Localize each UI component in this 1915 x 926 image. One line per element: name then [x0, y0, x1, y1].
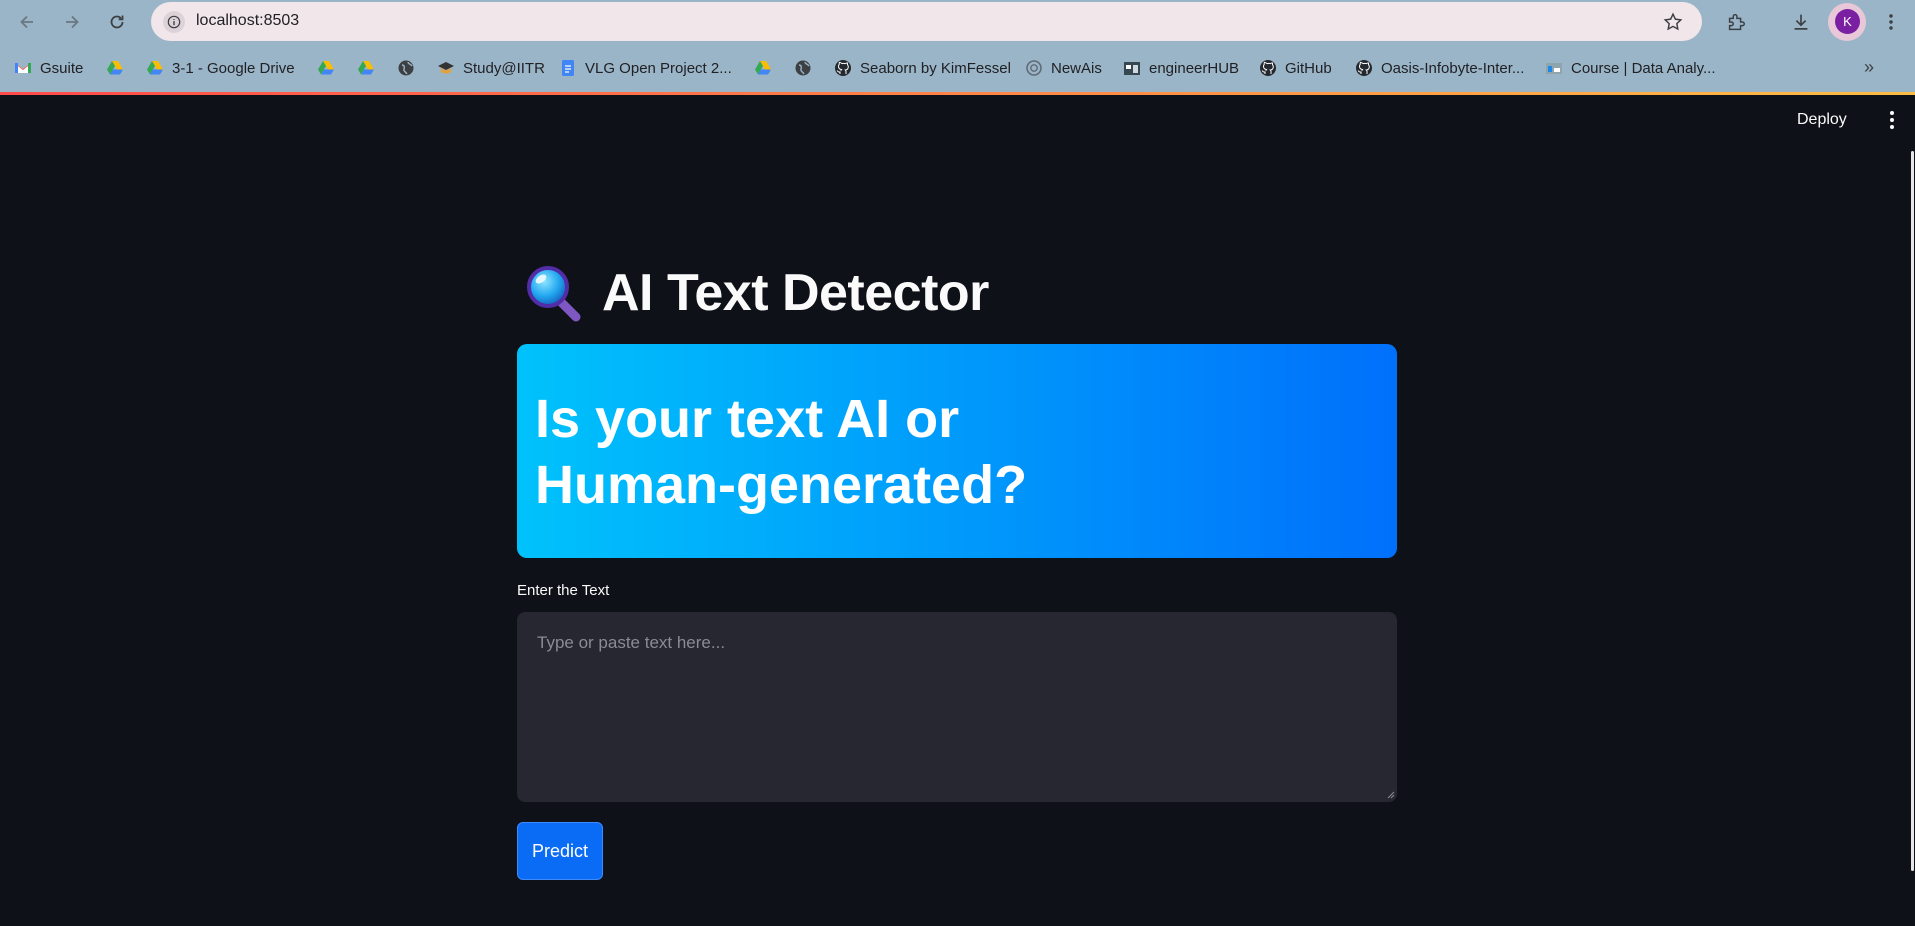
browser-chrome: localhost:8503 K Gsuite 3-1 - Google Dri… [0, 0, 1915, 95]
deploy-button[interactable]: Deploy [1797, 111, 1847, 129]
google-docs-icon [562, 60, 574, 76]
resize-handle-icon[interactable] [1385, 789, 1395, 799]
profile-avatar[interactable]: K [1835, 9, 1860, 34]
engineerhub-icon [1124, 62, 1140, 75]
bookmarks-bar: Gsuite 3-1 - Google Drive Study@IITR VLG… [0, 52, 1915, 84]
google-drive-icon [147, 61, 163, 75]
main-menu-icon[interactable] [1882, 109, 1902, 131]
bookmark-seaborn[interactable]: Seaborn by KimFessel [834, 52, 1011, 84]
bookmark-drive-4[interactable] [754, 52, 780, 84]
url-text[interactable]: localhost:8503 [196, 12, 299, 30]
puzzle-piece-icon [1728, 13, 1745, 31]
google-drive-icon [755, 61, 771, 75]
site-info-icon[interactable] [163, 11, 185, 33]
bookmark-engineerhub[interactable]: engineerHUB [1123, 52, 1239, 84]
magnifying-glass-icon [527, 266, 581, 322]
bookmark-gsuite[interactable]: Gsuite [14, 52, 83, 84]
globe-icon [398, 60, 414, 76]
page-title: AI Text Detector [524, 263, 989, 323]
hero-banner: Is your text AI or Human-generated? [517, 344, 1397, 558]
arrow-left-icon [20, 15, 33, 29]
vertical-dots-icon [1889, 14, 1893, 30]
bookmark-google-drive-3-1[interactable]: 3-1 - Google Drive [146, 52, 295, 84]
page-scrollbar[interactable] [1911, 151, 1914, 871]
bookmark-drive-1[interactable] [106, 52, 132, 84]
course-icon [1546, 63, 1562, 74]
back-button[interactable] [13, 8, 41, 36]
bookmark-vlg-open-project[interactable]: VLG Open Project 2... [559, 52, 732, 84]
github-icon [835, 60, 851, 76]
text-input[interactable] [517, 612, 1397, 802]
app-main: Deploy AI Text Detector Is your text AI … [0, 95, 1915, 926]
google-drive-icon [358, 61, 374, 75]
extensions-button[interactable] [1722, 8, 1750, 36]
bookmark-newais[interactable]: NewAis [1025, 52, 1102, 84]
github-icon [1356, 60, 1372, 76]
forward-button[interactable] [58, 8, 86, 36]
bookmark-globe-1[interactable] [397, 52, 423, 84]
bookmark-course-data-analytics[interactable]: Course | Data Analy... [1545, 52, 1716, 84]
github-icon [1260, 60, 1276, 76]
globe-icon [795, 60, 811, 76]
arrow-right-icon [66, 15, 79, 29]
graduation-cap-icon [438, 62, 454, 74]
page-title-text: AI Text Detector [602, 264, 989, 322]
google-drive-icon [318, 61, 334, 75]
hero-heading: Is your text AI or Human-generated? [535, 389, 1028, 515]
bookmark-study-iitr[interactable]: Study@IITR [437, 52, 545, 84]
address-bar[interactable]: localhost:8503 [151, 2, 1702, 41]
browser-menu-button[interactable] [1877, 8, 1905, 36]
bookmark-drive-3[interactable] [357, 52, 383, 84]
downloads-button[interactable] [1787, 8, 1815, 36]
text-input-label: Enter the Text [517, 582, 610, 599]
bookmark-globe-2[interactable] [794, 52, 820, 84]
gmail-icon [15, 63, 31, 73]
reload-icon [110, 15, 124, 29]
reload-button[interactable] [103, 8, 131, 36]
bookmark-oasis-infobyte[interactable]: Oasis-Infobyte-Inter... [1355, 52, 1524, 84]
predict-button[interactable]: Predict [517, 822, 603, 880]
browser-toolbar: localhost:8503 K [0, 0, 1915, 42]
bookmarks-overflow-button[interactable]: » [1864, 57, 1874, 78]
bookmark-star-icon[interactable] [1662, 11, 1684, 33]
bookmark-github[interactable]: GitHub [1259, 52, 1332, 84]
openai-icon [1026, 60, 1042, 76]
bookmark-drive-2[interactable] [317, 52, 343, 84]
google-drive-icon [107, 61, 123, 75]
download-icon [1794, 14, 1808, 30]
